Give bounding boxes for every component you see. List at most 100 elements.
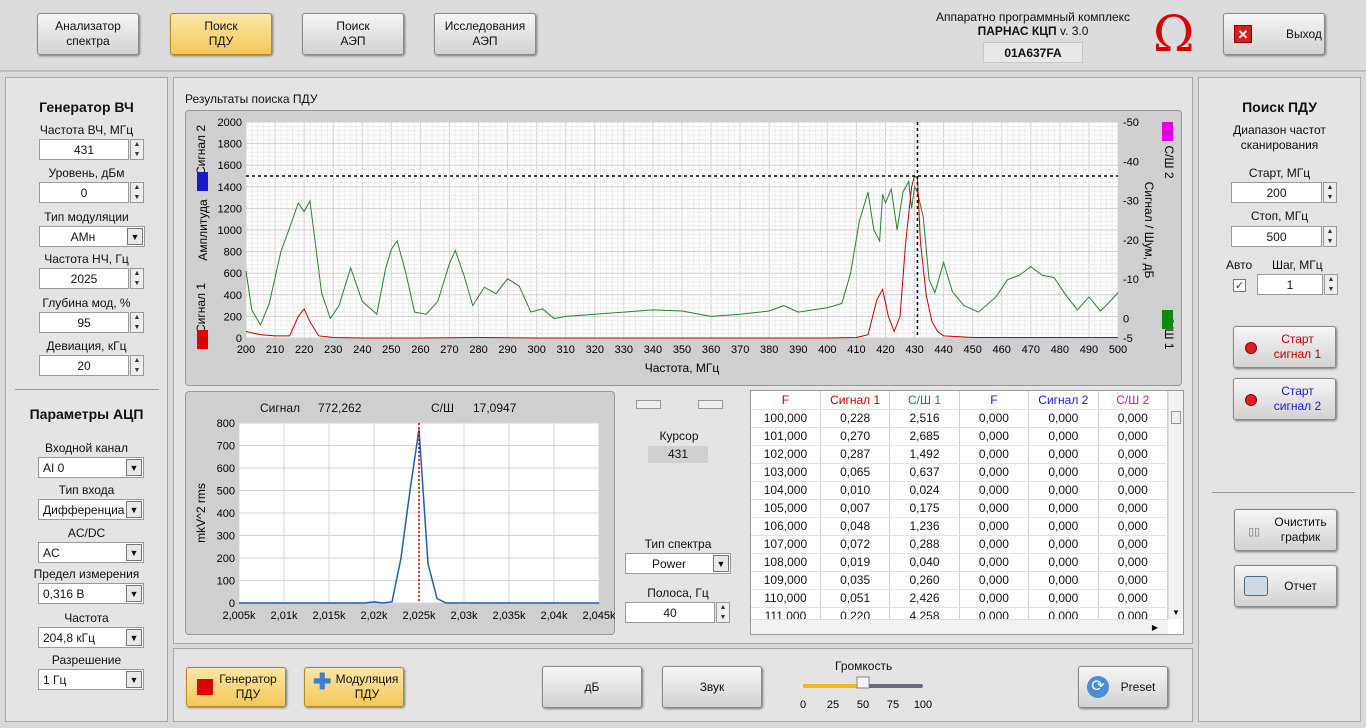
- dev-spinner[interactable]: ▲ ▼: [130, 355, 144, 376]
- report-button[interactable]: Отчет: [1234, 565, 1337, 607]
- table-row[interactable]: 103,000 0,065 0,637 0,000 0,000 0,000: [751, 463, 1169, 482]
- y-tick-label: 1400: [218, 182, 242, 194]
- level-spinner[interactable]: ▲ ▼: [130, 182, 144, 203]
- analyzer-button[interactable]: Анализатор спектра: [37, 13, 139, 55]
- depth-spinner[interactable]: ▲ ▼: [130, 312, 144, 333]
- channel-select[interactable]: AI 0 ▼: [38, 457, 144, 478]
- table-row[interactable]: 100,000 0,228 2,516 0,000 0,000 0,000: [751, 409, 1169, 428]
- table-header-cell[interactable]: С/Ш 2: [1098, 391, 1169, 410]
- mod-type-select[interactable]: АМн ▼: [39, 226, 145, 247]
- spectrum-type-select[interactable]: Power ▼: [625, 553, 731, 574]
- table-header-cell[interactable]: С/Ш 1: [889, 391, 960, 410]
- freq-input[interactable]: 431: [39, 139, 129, 160]
- main-chart[interactable]: 200 210 220 230 240 250 260 270 280 290 300 310 320 3…: [185, 110, 1182, 386]
- sig1-swatch: [197, 330, 208, 349]
- start-signal1-button[interactable]: Старт сигнал 1: [1233, 326, 1336, 368]
- start-signal2-button[interactable]: Старт сигнал 2: [1233, 378, 1336, 420]
- adc-freq-select[interactable]: 204,8 кГц ▼: [38, 627, 144, 648]
- table-row[interactable]: 106,000 0,048 1,236 0,000 0,000 0,000: [751, 517, 1169, 536]
- y2-tick-label: 0: [1123, 313, 1129, 325]
- report-icon: [1244, 576, 1268, 596]
- auto-checkbox[interactable]: ✓: [1233, 279, 1246, 292]
- table-cell: 0,019: [820, 553, 891, 572]
- x-tick-label: 280: [469, 344, 487, 356]
- lf-input[interactable]: 2025: [39, 268, 129, 289]
- volume-fill: [803, 684, 863, 688]
- step-spinner[interactable]: ▲ ▼: [1324, 274, 1338, 295]
- table-hscrollbar[interactable]: ▶: [751, 619, 1168, 634]
- table-header-cell[interactable]: F: [959, 391, 1030, 410]
- acdc-select[interactable]: AC ▼: [38, 542, 144, 563]
- table-cell: 0,035: [820, 571, 891, 590]
- start-input[interactable]: 200: [1231, 182, 1322, 203]
- clear-chart-button[interactable]: ▯▯ Очистить график: [1234, 509, 1337, 551]
- exit-button[interactable]: ✕ Выход: [1223, 13, 1325, 55]
- pause-icon: ▯▯: [1248, 526, 1261, 538]
- table-row[interactable]: 109,000 0,035 0,260 0,000 0,000 0,000: [751, 571, 1169, 590]
- table-cell: 1,236: [889, 517, 960, 536]
- snr1-swatch: [1162, 310, 1173, 329]
- table-vscrollbar[interactable]: ▼: [1168, 391, 1183, 619]
- stop-input[interactable]: 500: [1231, 226, 1322, 247]
- adc-title: Параметры АЦП: [29, 406, 144, 422]
- x-tick-label: 430: [905, 344, 923, 356]
- table-cell: 0,000: [1098, 589, 1169, 608]
- y-tick-label: 700: [217, 441, 235, 453]
- lf-spinner[interactable]: ▲ ▼: [130, 268, 144, 289]
- table-cell: 0,065: [820, 463, 891, 482]
- table-row[interactable]: 110,000 0,051 2,426 0,000 0,000 0,000: [751, 589, 1169, 608]
- band-input[interactable]: 40: [625, 602, 715, 623]
- table-header-cell[interactable]: Сигнал 1: [820, 391, 891, 410]
- channel-value: AI 0: [43, 460, 65, 475]
- input-type-select[interactable]: Дифференциа ▼: [38, 499, 144, 520]
- modulation-pdu-button[interactable]: ✚ Модуляция ПДУ: [304, 667, 404, 707]
- scroll-thumb[interactable]: [1171, 411, 1181, 424]
- table-cell: 0,000: [1028, 589, 1099, 608]
- table-row[interactable]: 105,000 0,007 0,175 0,000 0,000 0,000: [751, 499, 1169, 518]
- level-input[interactable]: 0: [39, 182, 129, 203]
- table-cell: 0,000: [959, 589, 1030, 608]
- x-tick-label: 2,01k: [271, 610, 298, 622]
- freq-spinner[interactable]: ▲ ▼: [130, 139, 144, 160]
- table-cell: 0,000: [959, 481, 1030, 500]
- search-pdu-button[interactable]: Поиск ПДУ: [170, 13, 272, 55]
- sig1-label: Сигнал 1: [194, 283, 208, 333]
- table-row[interactable]: 107,000 0,072 0,288 0,000 0,000 0,000: [751, 535, 1169, 554]
- volume-slider[interactable]: 0 25 50 75 100: [795, 675, 935, 713]
- table-cell: 108,000: [751, 553, 821, 572]
- right-divider: [1212, 492, 1355, 493]
- band-spinner[interactable]: ▲ ▼: [716, 602, 730, 623]
- depth-input[interactable]: 95: [39, 312, 129, 333]
- y-tick-label: 2000: [218, 117, 242, 129]
- stop-spinner[interactable]: ▲ ▼: [1323, 226, 1337, 247]
- generator-pdu-button[interactable]: Генератор ПДУ: [186, 667, 286, 707]
- research-aep-button[interactable]: Исследования АЭП: [434, 13, 536, 55]
- table-cell: 2,426: [889, 589, 960, 608]
- range-title: Диапазон частот сканирования: [1233, 123, 1326, 152]
- scroll-down-icon[interactable]: ▼: [1172, 608, 1180, 617]
- preset-button[interactable]: ⟳ Preset: [1078, 666, 1168, 708]
- step-input[interactable]: 1: [1257, 274, 1323, 295]
- range-select[interactable]: 0,316 В ▼: [38, 583, 144, 604]
- y-tick-label: 800: [217, 418, 235, 430]
- spectrum-chart[interactable]: 800 700 600 500 400 300 200 100 02,005k 2,01k 2,01…: [185, 391, 615, 635]
- spectrum-type-label: Тип спектра: [644, 537, 712, 551]
- table-row[interactable]: 108,000 0,019 0,040 0,000 0,000 0,000: [751, 553, 1169, 572]
- table-header-cell[interactable]: Сигнал 2: [1028, 391, 1099, 410]
- table-row[interactable]: 102,000 0,287 1,492 0,000 0,000 0,000: [751, 445, 1169, 464]
- sound-button[interactable]: Звук: [662, 666, 762, 708]
- search-aep-button[interactable]: Поиск АЭП: [302, 13, 404, 55]
- db-button[interactable]: дБ: [542, 666, 642, 708]
- start-spinner[interactable]: ▲ ▼: [1323, 182, 1337, 203]
- x-tick-label: 290: [498, 344, 516, 356]
- y-tick-label: 600: [217, 463, 235, 475]
- table-row[interactable]: 101,000 0,270 2,685 0,000 0,000 0,000: [751, 427, 1169, 446]
- table-row[interactable]: 104,000 0,010 0,024 0,000 0,000 0,000: [751, 481, 1169, 500]
- table-header-cell[interactable]: F: [751, 391, 821, 410]
- dev-input[interactable]: 20: [39, 355, 129, 376]
- table-cell: 0,000: [1028, 499, 1099, 518]
- depth-label: Глубина мод, %: [42, 296, 131, 310]
- plus-icon: ✚: [313, 669, 332, 694]
- x-tick-label: 220: [295, 344, 313, 356]
- res-select[interactable]: 1 Гц ▼: [38, 669, 144, 690]
